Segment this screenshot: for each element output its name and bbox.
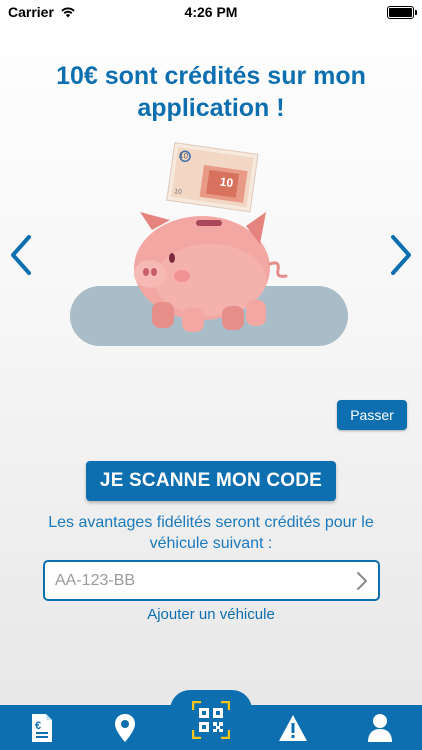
previous-slide-button[interactable] [6,232,36,278]
svg-text:10: 10 [219,174,234,190]
wifi-icon [61,7,75,18]
add-vehicle-link[interactable]: Ajouter un véhicule [147,606,275,623]
status-left: Carrier [8,4,76,20]
piggy-bank-illustration: 10 10 10 [70,140,350,350]
qr-code-icon [192,701,230,739]
carrier-label: Carrier [8,4,54,20]
chevron-left-icon [11,235,31,275]
status-bar: Carrier 4:26 PM [0,0,422,24]
loyalty-info-text: Les avantages fidélités seront crédités … [48,514,374,552]
battery-icon [387,5,417,19]
onboarding-headline: 10€ sont crédités sur mon application ! [56,62,366,122]
euro-document-icon: € [32,713,52,742]
location-pin-icon [115,713,135,742]
svg-text:10: 10 [174,188,183,196]
add-vehicle-link-row: Ajouter un véhicule [0,606,422,623]
skip-button[interactable]: Passer [337,400,407,430]
chevron-right-icon [357,571,367,590]
tab-scan[interactable] [170,690,252,750]
tab-stations[interactable] [100,705,150,750]
user-icon [368,713,392,742]
tab-profile[interactable] [355,705,405,750]
plate-placeholder: AA-123-BB [55,571,136,589]
tab-invoices[interactable]: € [17,705,67,750]
warning-icon [279,714,307,741]
chevron-right-icon [391,235,411,275]
next-slide-button[interactable] [386,232,416,278]
tab-alerts[interactable] [268,705,318,750]
scan-code-button[interactable]: JE SCANNE MON CODE [86,461,336,501]
banknote-icon: 10 10 10 [166,142,259,213]
svg-text:10: 10 [179,151,190,161]
vehicle-plate-select[interactable]: AA-123-BB [43,560,380,601]
svg-text:€: € [35,720,41,732]
